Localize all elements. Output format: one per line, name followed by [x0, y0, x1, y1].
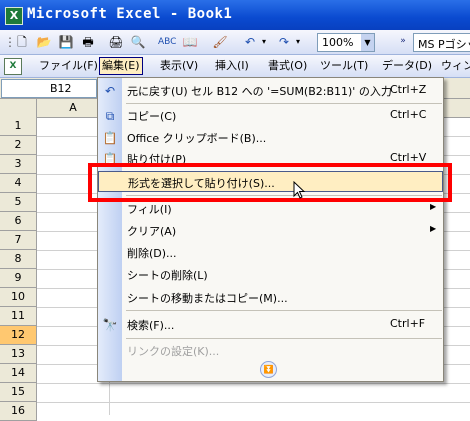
excel-icon[interactable]: X [5, 7, 23, 25]
menu-item-label: Office クリップボード(B)... [127, 132, 267, 145]
menu-item-label: 元に戻す(U) セル B12 への '=SUM(B2:B11)' の入力 [127, 85, 392, 98]
window-title: Microsoft Excel - Book1 [27, 6, 233, 22]
font-value: MS Pゴシック [418, 38, 470, 51]
menu-item-shortcut: Ctrl+C [390, 108, 427, 121]
undo-icon: ↶ [104, 84, 116, 98]
menu-item-shortcut: Ctrl+Z [390, 83, 427, 96]
row-header-14[interactable]: 14 [0, 364, 37, 383]
row-header-5[interactable]: 5 [0, 193, 37, 212]
toolbar-options-icon[interactable]: » [395, 33, 411, 49]
menu-item-label: コピー(C) [127, 110, 177, 123]
menu-item-copy[interactable]: ⧉ コピー(C) Ctrl+C [98, 105, 443, 126]
permission-icon[interactable]: 🖶 [80, 34, 96, 50]
title-bar: X Microsoft Excel - Book1 [0, 0, 470, 30]
menu-item-undo[interactable]: ↶ 元に戻す(U) セル B12 への '=SUM(B2:B11)' の入力 C… [98, 80, 443, 101]
row-header-16[interactable]: 16 [0, 402, 37, 421]
row-header-12[interactable]: 12 [0, 326, 37, 345]
row-header-4[interactable]: 4 [0, 174, 37, 193]
workbook-icon[interactable]: X [4, 58, 22, 75]
spelling-icon[interactable]: ABC [158, 34, 176, 50]
name-box-value: B12 [50, 82, 72, 95]
row-header-9[interactable]: 9 [0, 269, 37, 288]
menu-window[interactable]: ウィン [441, 58, 470, 74]
menu-item-label: 検索(F)... [127, 319, 175, 332]
print-preview-icon[interactable]: 🔍 [130, 34, 146, 50]
row-header-2[interactable]: 2 [0, 136, 37, 155]
row-header-7[interactable]: 7 [0, 231, 37, 250]
menu-item-label: シートの削除(L) [127, 269, 208, 282]
menu-bar: X ファイル(F) 編集(E) 表示(V) 挿入(I) 書式(O) ツール(T)… [0, 55, 470, 78]
menu-view[interactable]: 表示(V) [160, 58, 198, 74]
menu-item-clear[interactable]: クリア(A) ▶ [98, 220, 443, 241]
save-icon[interactable]: 💾 [58, 34, 74, 50]
new-icon[interactable]: 🗋 [14, 34, 30, 50]
row-header-3[interactable]: 3 [0, 155, 37, 174]
row-header-10[interactable]: 10 [0, 288, 37, 307]
menu-item-links: リンクの設定(K)... [98, 340, 443, 361]
row-header-6[interactable]: 6 [0, 212, 37, 231]
menu-item-label: シートの移動またはコピー(M)... [127, 292, 288, 305]
select-all-corner[interactable] [0, 99, 37, 117]
menu-separator [126, 338, 442, 339]
menu-item-label: リンクの設定(K)... [127, 345, 220, 358]
open-icon[interactable]: 📂 [36, 34, 52, 50]
menu-item-shortcut: Ctrl+F [390, 317, 426, 330]
menu-item-office-clipboard[interactable]: 📋 Office クリップボード(B)... [98, 127, 443, 148]
menu-separator [126, 310, 442, 311]
undo-dropdown-icon[interactable]: ▾ [256, 34, 272, 50]
menu-item-label: フィル(I) [127, 203, 172, 216]
row-header-11[interactable]: 11 [0, 307, 37, 326]
chevron-down-icon[interactable]: ▼ [361, 34, 374, 51]
zoom-value: 100% [322, 36, 354, 49]
menu-tools[interactable]: ツール(T) [320, 58, 368, 74]
row-header-1[interactable]: 1 [0, 117, 37, 136]
research-icon[interactable]: 📖 [182, 34, 198, 50]
menu-data[interactable]: データ(D) [382, 58, 432, 74]
find-icon: 🔭 [102, 318, 118, 332]
print-icon[interactable]: 🖨 [108, 34, 124, 50]
chevron-double-down-icon[interactable]: ⏬ [260, 361, 277, 378]
menu-separator [126, 103, 442, 104]
menu-item-find[interactable]: 🔭 検索(F)... Ctrl+F [98, 314, 443, 335]
row-header-13[interactable]: 13 [0, 345, 37, 364]
format-painter-icon[interactable]: 🖌 [212, 34, 228, 50]
menu-file[interactable]: ファイル(F) [39, 58, 98, 74]
menu-item-label: 削除(D)... [127, 247, 177, 260]
name-box[interactable]: B12 [1, 79, 97, 98]
zoom-select[interactable]: 100% ▼ [317, 33, 375, 52]
row-header-15[interactable]: 15 [0, 383, 37, 402]
edit-menu: ↶ 元に戻す(U) セル B12 への '=SUM(B2:B11)' の入力 C… [97, 77, 444, 382]
menu-item-label: クリア(A) [127, 225, 177, 238]
gridline [37, 402, 470, 403]
copy-icon: ⧉ [105, 109, 115, 123]
font-select[interactable]: MS Pゴシック [413, 33, 470, 52]
highlight-box [88, 163, 452, 202]
redo-dropdown-icon[interactable]: ▾ [290, 34, 306, 50]
row-header-8[interactable]: 8 [0, 250, 37, 269]
menu-insert[interactable]: 挿入(I) [215, 58, 249, 74]
menu-item-move-copy-sheet[interactable]: シートの移動またはコピー(M)... [98, 287, 443, 308]
submenu-arrow-icon: ▶ [430, 224, 437, 233]
gridline [37, 383, 470, 384]
menu-item-delete[interactable]: 削除(D)... [98, 242, 443, 263]
clipboard-icon: 📋 [102, 131, 118, 145]
menu-item-delete-sheet[interactable]: シートの削除(L) [98, 264, 443, 285]
menu-format[interactable]: 書式(O) [268, 58, 307, 74]
menu-edit[interactable]: 編集(E) [99, 57, 143, 75]
submenu-arrow-icon: ▶ [430, 202, 437, 211]
mouse-cursor-icon [293, 181, 306, 199]
